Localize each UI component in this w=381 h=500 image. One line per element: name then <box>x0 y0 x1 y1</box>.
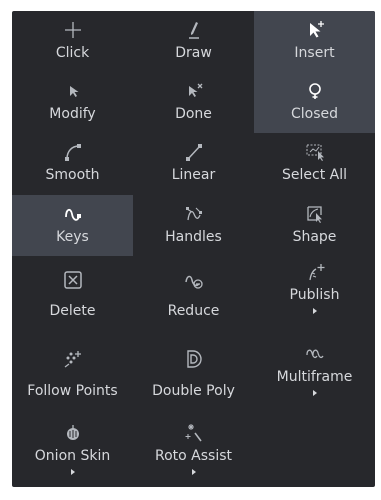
onion-skin-tool-label: Onion Skin <box>34 448 111 464</box>
modify-tool-button[interactable]: Modify <box>12 72 133 133</box>
double-poly-tool-button[interactable]: Double Poly <box>133 338 254 418</box>
reduce-tool-button[interactable]: Reduce <box>133 256 254 338</box>
delete-box-icon <box>61 268 85 292</box>
roto-assist-submenu-arrow-icon[interactable] <box>191 469 196 475</box>
done-tool-label: Done <box>175 106 212 122</box>
shape-select-icon <box>303 202 327 226</box>
insert-tool-label: Insert <box>294 45 335 61</box>
handles-icon <box>182 202 206 226</box>
keys-tool-label: Keys <box>56 229 89 245</box>
smooth-curve-icon <box>61 140 85 164</box>
cursor-done-icon <box>182 79 206 103</box>
multiframe-submenu-arrow-icon[interactable] <box>312 390 317 396</box>
select-all-tool-label: Select All <box>282 167 347 183</box>
pen-icon <box>182 18 206 42</box>
delete-tool-button[interactable]: Delete <box>12 256 133 338</box>
closed-loop-icon <box>303 79 327 103</box>
multiframe-tool-button[interactable]: Multiframe <box>254 338 375 418</box>
reduce-points-icon <box>182 268 206 292</box>
double-poly-icon <box>182 347 206 371</box>
delete-tool-label: Delete <box>49 303 96 319</box>
multiframe-icon <box>303 342 327 366</box>
closed-tool-button[interactable]: Closed <box>254 72 375 133</box>
plus-icon <box>61 18 85 42</box>
cursor-arrow-icon <box>61 79 85 103</box>
follow-points-tool-label: Follow Points <box>27 383 118 399</box>
insert-point-icon <box>303 18 327 42</box>
roto-assist-tool-button[interactable]: Roto Assist <box>133 418 254 487</box>
publish-tool-button[interactable]: Publish <box>254 256 375 338</box>
click-tool-label: Click <box>55 45 90 61</box>
publish-tool-label: Publish <box>289 287 340 303</box>
linear-tool-button[interactable]: Linear <box>133 133 254 195</box>
onion-skin-submenu-arrow-icon[interactable] <box>70 469 75 475</box>
smooth-tool-label: Smooth <box>45 167 100 183</box>
select-all-icon <box>303 140 327 164</box>
multiframe-tool-label: Multiframe <box>276 369 353 385</box>
keys-curve-icon <box>61 202 85 226</box>
handles-tool-button[interactable]: Handles <box>133 195 254 256</box>
roto-assist-icon <box>182 421 206 445</box>
polyline-toolbar: Click Draw Insert Modify Done Closed Smo… <box>12 11 375 487</box>
closed-tool-label: Closed <box>290 106 339 122</box>
linear-tool-label: Linear <box>171 167 216 183</box>
follow-points-tool-button[interactable]: Follow Points <box>12 338 133 418</box>
handles-tool-label: Handles <box>165 229 222 245</box>
draw-tool-label: Draw <box>175 45 212 61</box>
draw-tool-button[interactable]: Draw <box>133 11 254 72</box>
publish-submenu-arrow-icon[interactable] <box>312 308 317 314</box>
double-poly-tool-label: Double Poly <box>152 383 235 399</box>
onion-skin-icon <box>61 421 85 445</box>
keys-tool-button[interactable]: Keys <box>12 195 133 256</box>
done-tool-button[interactable]: Done <box>133 72 254 133</box>
smooth-tool-button[interactable]: Smooth <box>12 133 133 195</box>
click-tool-button[interactable]: Click <box>12 11 133 72</box>
onion-skin-tool-button[interactable]: Onion Skin <box>12 418 133 487</box>
shape-tool-label: Shape <box>292 229 337 245</box>
follow-points-icon <box>61 347 85 371</box>
linear-line-icon <box>182 140 206 164</box>
select-all-tool-button[interactable]: Select All <box>254 133 375 195</box>
shape-tool-button[interactable]: Shape <box>254 195 375 256</box>
publish-icon <box>303 260 327 284</box>
modify-tool-label: Modify <box>49 106 96 122</box>
reduce-tool-label: Reduce <box>167 303 220 319</box>
insert-tool-button[interactable]: Insert <box>254 11 375 72</box>
roto-assist-tool-label: Roto Assist <box>154 448 232 464</box>
